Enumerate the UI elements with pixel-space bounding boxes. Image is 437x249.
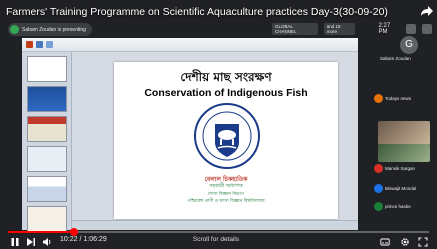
slide-thumbnail (27, 176, 67, 202)
ppt-undo-icon (46, 41, 53, 48)
shared-screen: দেশীয় মাছ সংরক্ষণ Conservation of Indig… (22, 38, 358, 232)
scroll-for-details[interactable]: Scroll for details (186, 236, 246, 243)
participant-avatar: G (400, 36, 418, 54)
participant-name: prince hasbe (385, 204, 411, 209)
share-icon[interactable] (420, 5, 434, 17)
slide-title-bengali: দেশীয় মাছ সংরক্ষণ (180, 70, 272, 84)
slide-university: পশ্চিমবঙ্গ প্রাণী ও মৎস্য বিজ্ঞান বিশ্বব… (187, 199, 265, 204)
slide-title: Conservation of Indigenous Fish (144, 87, 308, 99)
slide-thumbnail (27, 206, 67, 232)
participant-name: Sabam Zoudan (380, 56, 411, 61)
participant-avatar (374, 94, 383, 103)
participant-tile: prince hasbe (372, 200, 434, 226)
fullscreen-icon[interactable] (418, 237, 428, 247)
participant-name: Todays news (385, 96, 412, 101)
university-logo (194, 103, 260, 169)
participant-tile: Todays news (372, 92, 434, 118)
ppt-slide-thumbnails (22, 52, 72, 232)
player-controls: 10:22 / 1:06:29 Scroll for details (0, 235, 437, 249)
meet-clock: 2:27 PM (378, 23, 391, 35)
current-slide: দেশীয় মাছ সংরক্ষণ Conservation of Indig… (114, 62, 338, 219)
ppt-ribbon (22, 38, 358, 52)
slide-department: মৎস্য বিজ্ঞান বিভাগ (208, 192, 244, 197)
participant-name: Biswajit Mondal (385, 186, 417, 191)
slide-thumbnail (27, 56, 67, 82)
next-icon[interactable] (26, 237, 36, 247)
presenter-banner-text: Sabam Zoudan is presenting (22, 26, 86, 33)
participant-video (378, 144, 430, 162)
meet-top-bar: GLOBAL CHANNEL and 16 more 2:27 PM (272, 22, 432, 36)
playback-time: 10:22 / 1:06:29 (60, 236, 107, 243)
subtitles-icon[interactable] (380, 237, 390, 247)
ppt-save-icon (36, 41, 43, 48)
participant-avatar (374, 164, 383, 173)
participant-avatar (374, 184, 383, 193)
slide-thumbnail (27, 86, 67, 112)
pause-icon[interactable] (10, 237, 20, 247)
video-title[interactable]: Farmers' Training Programme on Scientifi… (6, 6, 388, 18)
participant-tile: G Sabam Zoudan (372, 36, 434, 62)
meet-people-icon (406, 24, 417, 34)
meet-chip-1: GLOBAL CHANNEL (272, 23, 318, 35)
volume-icon[interactable] (42, 237, 52, 247)
participant-avatar (374, 202, 383, 211)
presenter-avatar (10, 25, 19, 34)
slide-thumbnail (27, 146, 67, 172)
slide-thumbnail (27, 116, 67, 142)
ppt-status-bar (72, 220, 358, 230)
participants-panel: G Sabam Zoudan Todays news Mansik Sargan… (372, 36, 434, 222)
progress-played (8, 231, 75, 233)
settings-icon[interactable] (400, 237, 410, 247)
participant-name: Mansik Sargan (385, 166, 416, 171)
slide-designation: সহকারী অধ্যাপক (209, 183, 243, 189)
progress-bar[interactable] (8, 228, 429, 236)
meet-chip-2: and 16 more (323, 23, 355, 35)
meet-chat-icon (422, 24, 432, 34)
ppt-app-icon (26, 41, 33, 48)
participant-video (378, 121, 430, 145)
presenter-banner: Sabam Zoudan is presenting (8, 23, 92, 36)
